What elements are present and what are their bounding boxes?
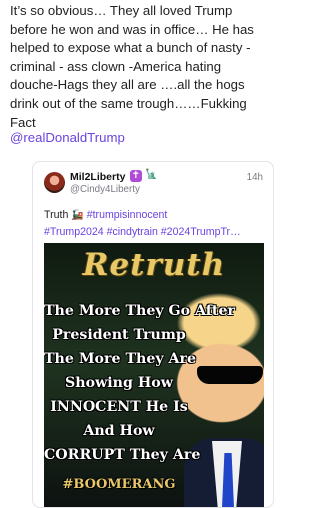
author-handle[interactable]: @Cindy4Liberty (70, 184, 140, 195)
mention-link[interactable]: @realDonaldTrump (10, 129, 125, 147)
quoted-post-card[interactable]: Mil2Liberty ✝ 🗽 @Cindy4Liberty 14h Truth… (32, 161, 274, 508)
meme-line: President Trump (52, 327, 186, 343)
cross-badge-icon: ✝ (130, 170, 142, 182)
meme-image[interactable]: Retruth The More They Go After President… (44, 243, 264, 507)
meme-title: Retruth (82, 247, 226, 283)
quoted-post-text: Truth 🚂 #trumpisinnocent #Trump2024 #cin… (44, 207, 270, 241)
hashtag-line[interactable]: #Trump2024 #cindytrain #2024TrumpTr… (44, 224, 270, 241)
meme-hashtag: #BOOMERANG (62, 477, 176, 492)
meme-line: The More They Are (44, 351, 197, 367)
author-display-name[interactable]: Mil2Liberty (70, 171, 125, 183)
train-emoji-icon: 🚂 (71, 210, 84, 221)
avatar[interactable] (44, 172, 65, 193)
quoted-text-prefix: Truth (44, 209, 69, 221)
hashtag-link[interactable]: #trumpisinnocent (87, 209, 168, 221)
post-body-text: It’s so obvious… They all loved Trump be… (10, 3, 254, 130)
post-timestamp: 14h (246, 172, 263, 183)
meme-line: And How (83, 423, 155, 439)
meme-line: CORRUPT They Are (44, 447, 201, 463)
meme-line: Showing How (65, 375, 173, 391)
meme-line: INNOCENT He Is (50, 399, 188, 415)
meme-line: The More They Go After (44, 303, 235, 319)
statue-of-liberty-icon: 🗽 (145, 169, 158, 180)
sunglasses-shape (197, 366, 263, 384)
